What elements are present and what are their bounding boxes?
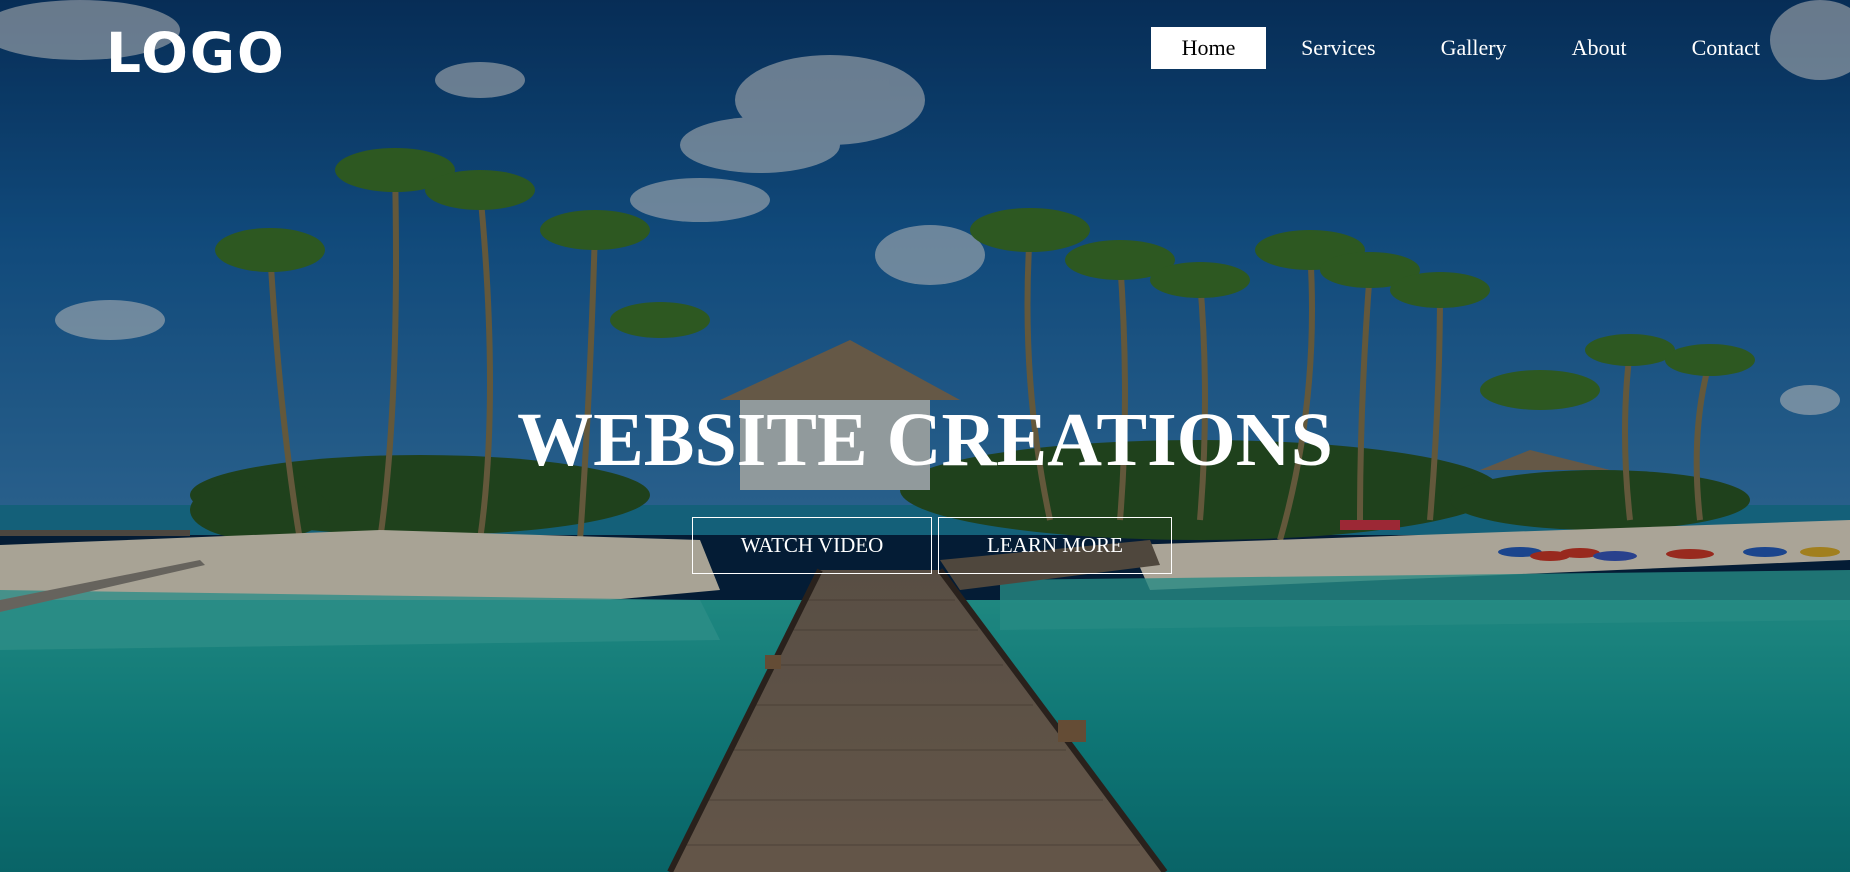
hero-title: WEBSITE CREATIONS [517, 398, 1333, 482]
nav-item-home[interactable]: Home [1151, 27, 1267, 69]
nav-item-services[interactable]: Services [1271, 27, 1406, 69]
nav-item-about[interactable]: About [1542, 27, 1657, 69]
watch-video-button[interactable]: WATCH VIDEO [692, 517, 932, 574]
nav-item-gallery[interactable]: Gallery [1411, 27, 1537, 69]
site-logo[interactable]: LOGO [106, 21, 286, 85]
hero-buttons: WATCH VIDEO LEARN MORE [692, 517, 1172, 574]
nav-item-contact[interactable]: Contact [1662, 27, 1790, 69]
main-navigation: Home Services Gallery About Contact [1146, 27, 1790, 69]
learn-more-button[interactable]: LEARN MORE [938, 517, 1172, 574]
